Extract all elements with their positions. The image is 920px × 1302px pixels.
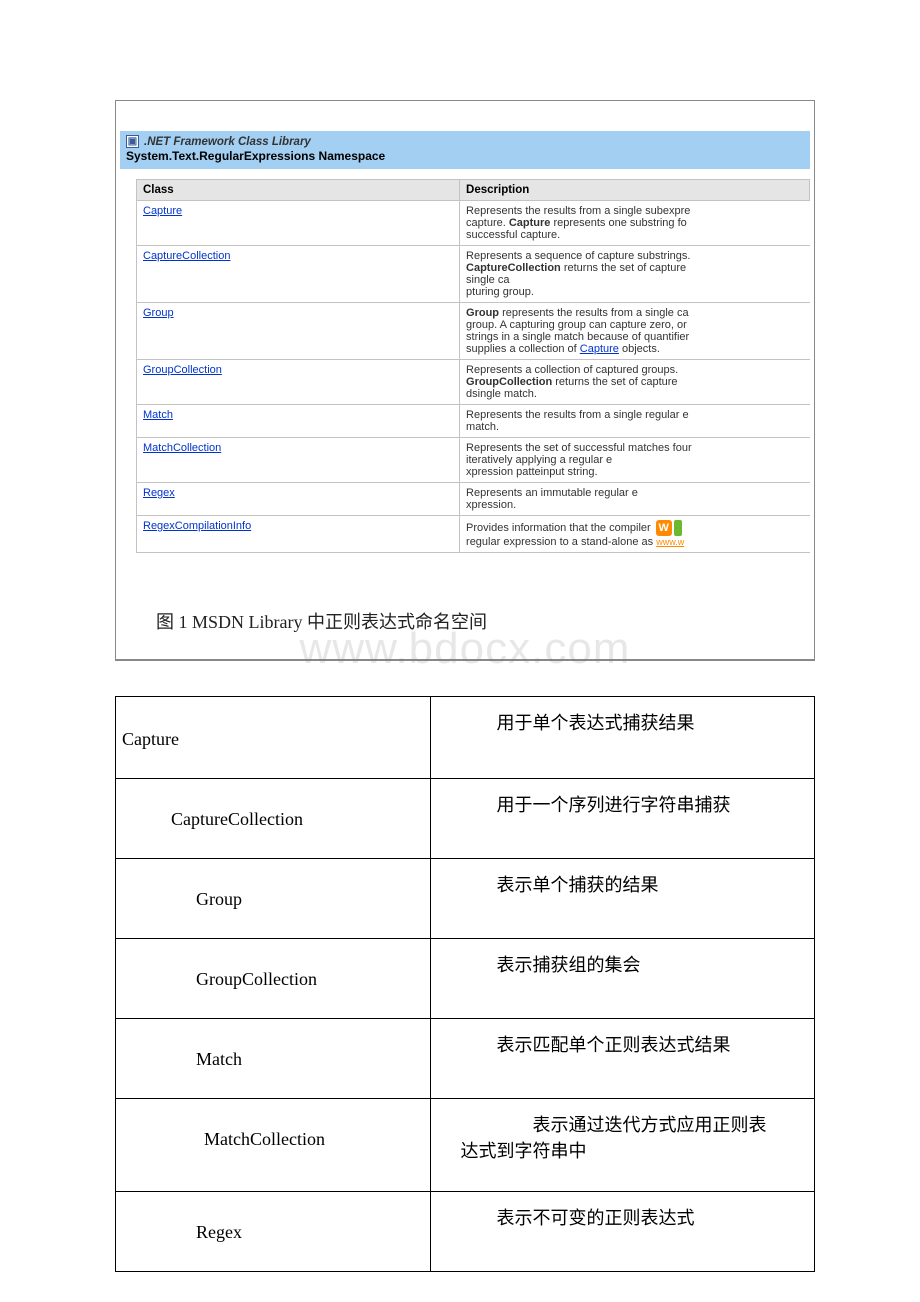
bold-classname: CaptureCollection: [466, 262, 561, 274]
class-table: Class Description CaptureRepresents the …: [136, 179, 810, 553]
description-cell: Group represents the results from a sing…: [460, 303, 810, 360]
th-class: Class: [137, 180, 460, 201]
www-link[interactable]: www.w: [656, 537, 684, 547]
class-cell: CaptureCollection: [137, 246, 460, 303]
green-badge-icon: [674, 520, 682, 536]
cn-desc-cell: 表示匹配单个正则表达式结果: [430, 1019, 814, 1099]
th-description: Description: [460, 180, 810, 201]
cn-desc-text: 用于单个表达式捕获结果: [461, 709, 806, 735]
cn-class-name: Match: [126, 1049, 242, 1070]
class-link[interactable]: Match: [143, 409, 173, 421]
table-row: Match 表示匹配单个正则表达式结果: [116, 1019, 815, 1099]
cn-desc-cell: 用于单个表达式捕获结果: [430, 697, 814, 779]
class-cell: Group: [137, 303, 460, 360]
table-row: GroupCollectionRepresents a collection o…: [137, 360, 810, 405]
table-row: Regex Represents an immutable regular exp…: [137, 483, 810, 516]
class-link[interactable]: Regex: [143, 487, 175, 499]
cn-desc-text: 表示捕获组的集会: [461, 951, 806, 977]
description-cell: Provides information that the compiler W…: [460, 516, 810, 553]
collapse-icon[interactable]: ▣: [126, 135, 139, 148]
bold-classname: Capture: [509, 217, 551, 229]
description-cell: Represents the set of successful matches…: [460, 438, 810, 483]
table-row: CaptureCollection 用于一个序列进行字符串捕获: [116, 779, 815, 859]
cn-class-cell: Capture: [116, 697, 431, 779]
cn-class-name: GroupCollection: [126, 969, 317, 990]
table-row: Capture 用于单个表达式捕获结果: [116, 697, 815, 779]
description-cell: Represents the results from a single reg…: [460, 405, 810, 438]
table-row: CaptureCollectionRepresents a sequence o…: [137, 246, 810, 303]
namespace-title: System.Text.RegularExpressions Namespace: [126, 149, 804, 163]
class-link[interactable]: CaptureCollection: [143, 250, 230, 262]
description-cell: Represents a sequence of capture substri…: [460, 246, 810, 303]
section-divider: [115, 660, 815, 661]
class-cell: RegexCompilationInfo: [137, 516, 460, 553]
cn-class-cell: Group: [116, 859, 431, 939]
table-row: MatchCollection Represents the set of suc…: [137, 438, 810, 483]
cn-desc-cell: 用于一个序列进行字符串捕获: [430, 779, 814, 859]
w-badge-icon: W: [656, 520, 672, 536]
table-row: MatchCollection 表示通过迭代方式应用正则表达式到字符串中: [116, 1099, 815, 1192]
cn-desc-text: 用于一个序列进行字符串捕获: [461, 791, 806, 817]
inline-class-link[interactable]: Capture: [580, 343, 619, 355]
msdn-panel: ▣ .NET Framework Class Library System.Te…: [115, 100, 815, 660]
cn-class-name: MatchCollection: [126, 1129, 325, 1150]
cn-desc-cell: 表示捕获组的集会: [430, 939, 814, 1019]
class-cell: Match: [137, 405, 460, 438]
class-cell: Regex: [137, 483, 460, 516]
table-row: Match Represents the results from a singl…: [137, 405, 810, 438]
class-cell: MatchCollection: [137, 438, 460, 483]
cn-desc-text: 达式到字符串中: [461, 1137, 806, 1163]
class-cell: GroupCollection: [137, 360, 460, 405]
panel-header: ▣ .NET Framework Class Library System.Te…: [120, 131, 810, 169]
library-name: .NET Framework Class Library: [144, 136, 311, 148]
cn-class-name: Capture: [122, 729, 179, 749]
cn-desc-text: 表示单个捕获的结果: [461, 871, 806, 897]
class-cell: Capture: [137, 201, 460, 246]
bold-classname: GroupCollection: [466, 376, 552, 388]
cn-class-cell: Regex: [116, 1192, 431, 1272]
badge-group: W: [656, 520, 682, 536]
cn-class-name: Regex: [126, 1222, 242, 1243]
cn-class-cell: GroupCollection: [116, 939, 431, 1019]
chinese-translation-table: Capture 用于单个表达式捕获结果 CaptureCollection 用于一个序…: [115, 696, 815, 1272]
cn-class-name: CaptureCollection: [126, 809, 303, 830]
cn-class-cell: Match: [116, 1019, 431, 1099]
cn-class-cell: CaptureCollection: [116, 779, 431, 859]
cn-desc-text: 表示匹配单个正则表达式结果: [461, 1031, 806, 1057]
table-row: Group 表示单个捕获的结果: [116, 859, 815, 939]
class-link[interactable]: RegexCompilationInfo: [143, 520, 251, 532]
description-cell: Represents an immutable regular expressi…: [460, 483, 810, 516]
figure-caption: 图 1 MSDN Library 中正则表达式命名空间: [156, 612, 487, 632]
cn-desc-cell: 表示通过迭代方式应用正则表达式到字符串中: [430, 1099, 814, 1192]
table-row: GroupCollection 表示捕获组的集会: [116, 939, 815, 1019]
cn-class-cell: MatchCollection: [116, 1099, 431, 1192]
table-row: RegexCompilationInfo Provides information…: [137, 516, 810, 553]
class-link[interactable]: Group: [143, 307, 174, 319]
cn-desc-cell: 表示不可变的正则表达式: [430, 1192, 814, 1272]
cn-class-name: Group: [126, 889, 242, 910]
table-row: Regex 表示不可变的正则表达式: [116, 1192, 815, 1272]
class-link[interactable]: Capture: [143, 205, 182, 217]
description-cell: Represents the results from a single sub…: [460, 201, 810, 246]
cn-desc-text: 表示通过迭代方式应用正则表: [461, 1111, 806, 1137]
description-cell: Represents a collection of captured grou…: [460, 360, 810, 405]
figure-caption-area: 图 1 MSDN Library 中正则表达式命名空间 www.bdocx.co…: [116, 608, 814, 659]
table-row: CaptureRepresents the results from a sin…: [137, 201, 810, 246]
table-row: GroupGroup represents the results from a…: [137, 303, 810, 360]
bold-classname: Group: [466, 307, 499, 319]
class-link[interactable]: MatchCollection: [143, 442, 221, 454]
cn-desc-text: 表示不可变的正则表达式: [461, 1204, 806, 1230]
class-link[interactable]: GroupCollection: [143, 364, 222, 376]
cn-desc-cell: 表示单个捕获的结果: [430, 859, 814, 939]
